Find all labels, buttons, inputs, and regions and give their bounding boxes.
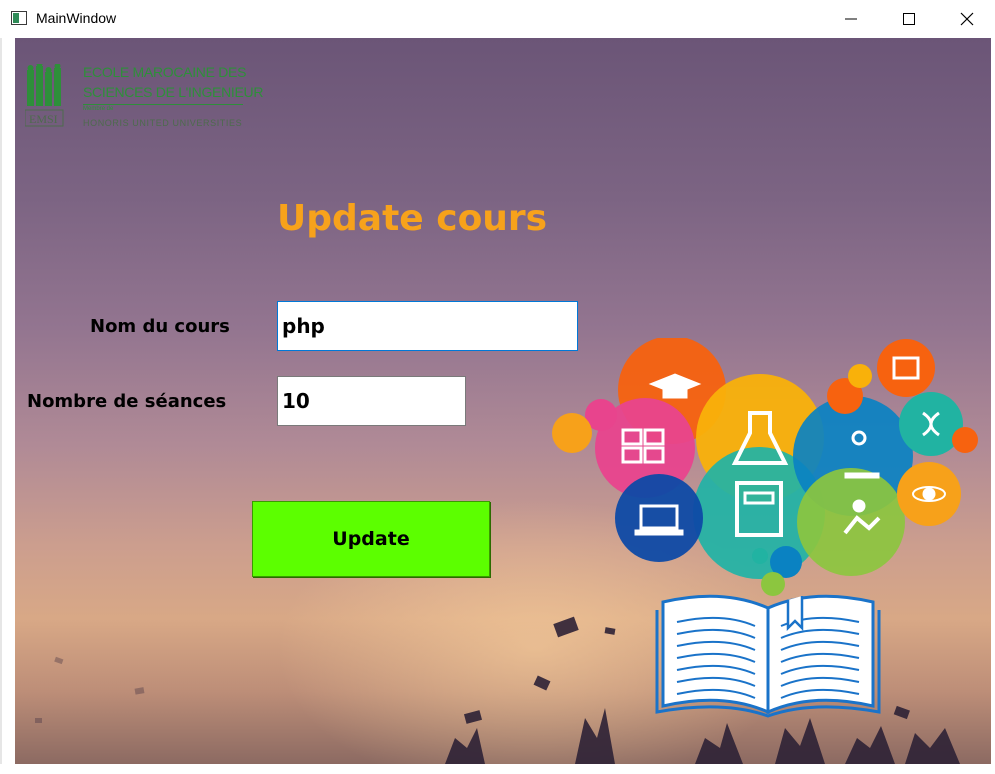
logo-text-line1: ECOLE MAROCAINE DES (83, 64, 247, 80)
close-button[interactable] (938, 0, 995, 38)
logo-text-line2: SCIENCES DE L'INGENIEUR (83, 84, 264, 100)
sessions-label: Nombre de séances (27, 391, 227, 412)
notebook-bubble (552, 413, 592, 453)
logo-divider (83, 104, 243, 105)
logo-subline: Membre de (83, 106, 114, 112)
open-book-icon (655, 594, 881, 718)
logo-mark-text: EMSI (29, 112, 58, 126)
sessions-input[interactable] (277, 376, 466, 426)
search-bubble (952, 427, 978, 453)
course-name-label: Nom du cours (90, 316, 230, 337)
window-bottom-border (0, 764, 995, 774)
course-name-input[interactable] (277, 301, 578, 351)
update-button[interactable]: Update (252, 501, 490, 577)
close-icon (960, 12, 974, 26)
window-right-border (991, 38, 995, 774)
page-title: Update cours (277, 198, 548, 239)
minimize-icon (845, 18, 857, 20)
maximize-icon (903, 13, 915, 25)
window-title: MainWindow (36, 10, 117, 26)
laptop-bubble (615, 474, 703, 562)
main-content: EMSI ECOLE MAROCAINE DES SCIENCES DE L'I… (15, 38, 991, 764)
abacus-bubble (877, 339, 935, 397)
window-left-border (0, 38, 15, 774)
logo-tagline: HONORIS UNITED UNIVERSITIES (83, 118, 243, 128)
emsi-logo: EMSI ECOLE MAROCAINE DES SCIENCES DE L'I… (25, 64, 263, 134)
title-bar: MainWindow (0, 0, 995, 38)
sport-bubble (797, 468, 905, 576)
app-icon (11, 11, 27, 25)
minimize-button[interactable] (822, 0, 880, 38)
maximize-button[interactable] (880, 0, 938, 38)
